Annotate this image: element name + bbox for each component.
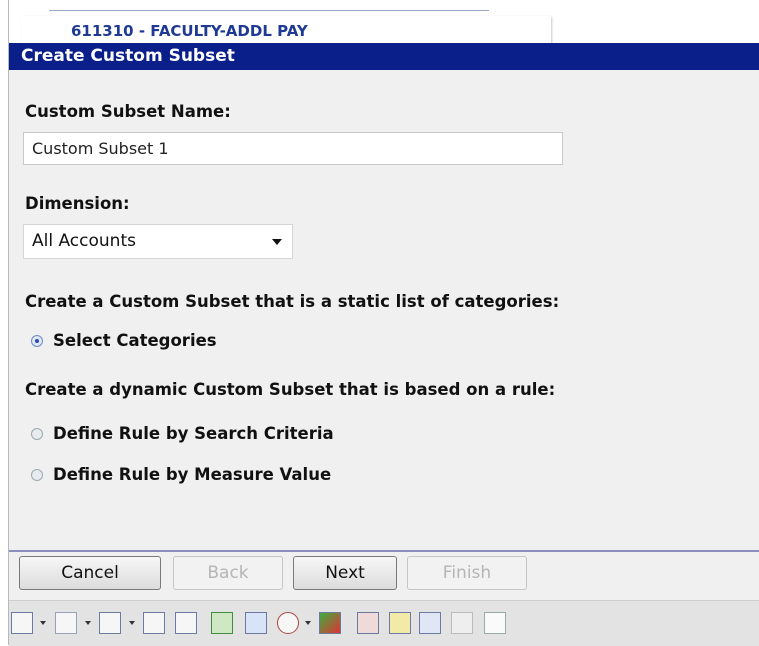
dimension-select[interactable]: All Accounts xyxy=(23,224,293,259)
chart-table-icon[interactable] xyxy=(99,612,121,634)
column-icon[interactable] xyxy=(175,612,197,634)
dialog-body: Custom Subset Name: Custom Subset 1 Dime… xyxy=(9,70,759,552)
option-label: Select Categories xyxy=(53,331,217,350)
name-label: Custom Subset Name: xyxy=(25,102,231,121)
chevron-down-icon[interactable] xyxy=(85,621,91,625)
chevron-down-icon[interactable] xyxy=(129,621,135,625)
radio-button[interactable] xyxy=(31,427,43,440)
document-icon[interactable] xyxy=(484,612,506,634)
cancel-button[interactable]: Cancel xyxy=(19,556,161,590)
dynamic-heading: Create a dynamic Custom Subset that is b… xyxy=(25,380,556,399)
subset-name-input[interactable]: Custom Subset 1 xyxy=(23,132,563,165)
bottom-toolbar xyxy=(9,600,759,646)
option-select-categories[interactable]: Select Categories xyxy=(31,331,217,350)
finish-button[interactable]: Finish xyxy=(407,556,527,590)
tiles-icon[interactable] xyxy=(357,612,379,634)
background-report-row: 611310 - FACULTY-ADDL PAY xyxy=(9,0,759,46)
chevron-down-icon xyxy=(272,239,282,245)
back-button[interactable]: Back xyxy=(173,556,283,590)
bar-chart-icon[interactable] xyxy=(55,612,77,634)
add-icon[interactable] xyxy=(419,612,441,634)
option-label: Define Rule by Measure Value xyxy=(53,465,332,484)
dimension-label: Dimension: xyxy=(25,194,130,213)
option-measure-value[interactable]: Define Rule by Measure Value xyxy=(31,465,331,484)
app-frame: 611310 - FACULTY-ADDL PAY Create Custom … xyxy=(8,0,759,646)
dialog-title: Create Custom Subset xyxy=(9,43,759,70)
no-entry-icon[interactable] xyxy=(277,612,299,634)
radio-button[interactable] xyxy=(31,334,43,347)
static-heading: Create a Custom Subset that is a static … xyxy=(25,292,560,311)
account-label[interactable]: 611310 - FACULTY-ADDL PAY xyxy=(71,22,308,40)
list-icon[interactable] xyxy=(245,612,267,634)
export-icon[interactable] xyxy=(143,612,165,634)
eye-icon[interactable] xyxy=(389,612,411,634)
dialog-buttons: Cancel Back Next Finish xyxy=(9,552,759,600)
grid-icon[interactable] xyxy=(11,612,33,634)
chevron-down-icon[interactable] xyxy=(40,621,46,625)
green-table-icon[interactable] xyxy=(211,612,233,634)
color-scale-icon[interactable] xyxy=(319,612,341,634)
option-label: Define Rule by Search Criteria xyxy=(53,424,334,443)
dimension-value: All Accounts xyxy=(32,231,136,251)
next-button[interactable]: Next xyxy=(293,556,397,590)
report-tab xyxy=(49,0,489,11)
radio-button[interactable] xyxy=(31,468,43,481)
chevron-down-icon[interactable] xyxy=(305,621,311,625)
option-search-criteria[interactable]: Define Rule by Search Criteria xyxy=(31,424,334,443)
wand-icon[interactable] xyxy=(451,612,473,634)
